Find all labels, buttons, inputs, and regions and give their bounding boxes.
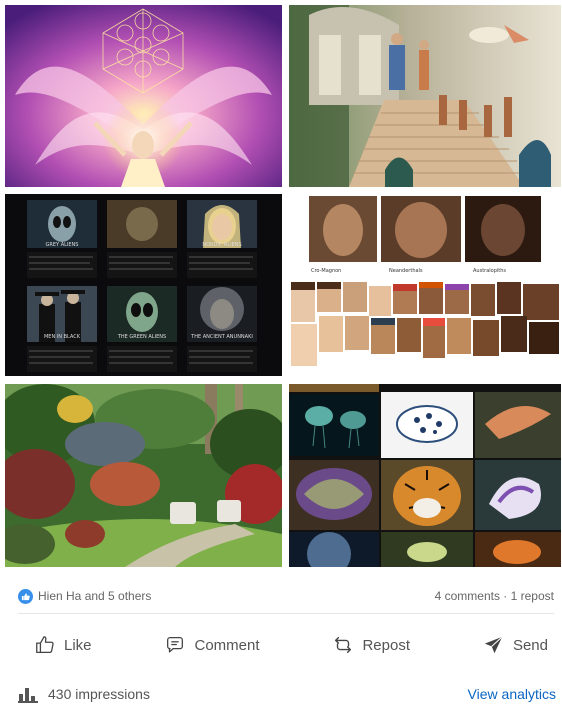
thumbs-up-icon bbox=[36, 636, 54, 653]
comment-icon bbox=[167, 637, 184, 653]
post-analytics-footer: 430 impressions View analytics bbox=[18, 684, 556, 704]
thumbs-up-reaction-icon bbox=[18, 588, 33, 604]
angel-image[interactable] bbox=[5, 5, 282, 187]
tropical-garden-image[interactable] bbox=[5, 384, 282, 567]
view-analytics-link[interactable]: View analytics bbox=[468, 686, 556, 702]
label-australopiths: Australopiths bbox=[473, 268, 506, 274]
classical-painting-image[interactable] bbox=[289, 5, 561, 187]
label-nordic-aliens: NORDIC ALIENS bbox=[202, 242, 241, 248]
label-neanderthals: Neanderthals bbox=[389, 268, 423, 274]
reactions-summary[interactable]: Hien Ha and 5 others bbox=[18, 588, 152, 604]
send-button-label: Send bbox=[512, 636, 548, 654]
reactions-summary-text: Hien Ha and 5 others bbox=[38, 589, 152, 603]
comments-reposts-count[interactable]: 4 comments · 1 repost bbox=[435, 589, 554, 603]
bar-chart-icon bbox=[18, 688, 38, 703]
label-cro-magnon: Cro-Magnon bbox=[311, 268, 341, 274]
divider bbox=[18, 613, 554, 614]
repost-button[interactable]: Repost bbox=[326, 630, 416, 660]
repost-button-label: Repost bbox=[362, 636, 410, 654]
comment-button[interactable]: Comment bbox=[158, 630, 265, 660]
comment-button-label: Comment bbox=[194, 636, 260, 654]
alien-collage-image[interactable]: GREY ALIENS NORDIC ALIENS MEN IN BLACK T… bbox=[5, 194, 282, 376]
label-ancient-anunnaki: THE ANCIENT ANUNNAKI bbox=[190, 334, 253, 340]
human-faces-image[interactable]: Cro-Magnon Neanderthals Australopiths bbox=[289, 194, 561, 376]
label-men-in-black: MEN IN BLACK bbox=[44, 334, 81, 340]
post-image-grid: GREY ALIENS NORDIC ALIENS MEN IN BLACK T… bbox=[0, 0, 562, 572]
animals-collage-image[interactable] bbox=[289, 384, 561, 567]
impressions: 430 impressions bbox=[18, 685, 150, 703]
repost-icon bbox=[335, 636, 352, 654]
send-button[interactable]: Send bbox=[477, 630, 554, 660]
label-green-aliens: THE GREEN ALIENS bbox=[117, 334, 166, 340]
post-action-bar: Like Comment Repost Send bbox=[28, 628, 554, 662]
like-button[interactable]: Like bbox=[28, 630, 98, 660]
label-grey-aliens: GREY ALIENS bbox=[46, 242, 79, 248]
like-button-label: Like bbox=[64, 636, 92, 654]
impressions-count: 430 impressions bbox=[48, 686, 150, 702]
send-icon bbox=[484, 636, 503, 654]
social-counts-bar: Hien Ha and 5 others 4 comments · 1 repo… bbox=[18, 586, 554, 606]
